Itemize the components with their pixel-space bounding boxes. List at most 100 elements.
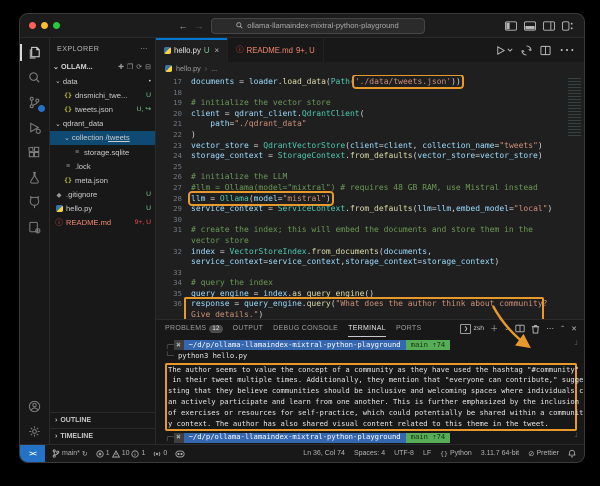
collapse-folders-icon[interactable]: ⊟ (145, 63, 151, 71)
minimap[interactable] (568, 78, 581, 138)
kill-terminal-icon[interactable] (531, 324, 540, 334)
tab-git-badge: 9+, U (296, 46, 315, 55)
outline-section[interactable]: › OUTLINE (50, 412, 155, 428)
language-mode[interactable]: {} Python (440, 450, 472, 458)
tree-item-collection-tweets[interactable]: ⌄collection / tweets (50, 131, 155, 145)
compare-changes-icon[interactable] (521, 45, 532, 56)
close-tab-icon[interactable]: × (215, 46, 220, 55)
maximize-panel-icon[interactable]: ⌃ (560, 325, 565, 332)
tree-item-dnsmichi-twe...[interactable]: {}dnsmichi_twe...U (50, 88, 155, 102)
explorer-more-actions[interactable]: ⋯ (140, 44, 148, 53)
activity-source-control-icon[interactable] (20, 90, 49, 115)
tree-item-readme.md[interactable]: ⓘREADME.md9+, U (50, 216, 155, 230)
terminal-dropdown-icon[interactable]: ⌄ (504, 325, 509, 332)
zoom-window-button[interactable] (53, 22, 60, 29)
code-text: storage_context = StorageContext.from_de… (191, 151, 543, 162)
tree-item-.gitignore[interactable]: ◆.gitignoreU (50, 188, 155, 202)
prompt-git-segment: main ⇡74 (406, 433, 451, 443)
timeline-section[interactable]: › TIMELINE (50, 428, 155, 444)
panel-tab-problems[interactable]: PROBLEMS12 (165, 320, 223, 337)
tree-item-data[interactable]: ⌄data• (50, 74, 155, 88)
workspace-name: OLLAM... (61, 62, 93, 71)
tree-item-.lock[interactable]: ≡.lock (50, 159, 155, 173)
command-center-search[interactable]: ollama-llamaindex-mixtral-python-playgro… (211, 18, 425, 34)
panel-tab-ports[interactable]: PORTS (396, 320, 422, 337)
panel-tab-output[interactable]: OUTPUT (233, 320, 264, 337)
git-status-badge: • (146, 78, 151, 85)
editor-more-actions-icon[interactable]: ⋯ (559, 40, 575, 60)
toggle-secondary-sidebar-icon[interactable] (543, 21, 555, 31)
refresh-explorer-icon[interactable]: ⟳ (136, 63, 142, 71)
indentation[interactable]: Spaces: 4 (354, 450, 385, 457)
activity-extensions-icon[interactable] (20, 140, 49, 165)
json-icon: {} (64, 105, 72, 113)
workspace-section-header[interactable]: ⌄ OLLAM... ✚ ❐ ⟳ ⊟ (50, 59, 155, 74)
terminal[interactable]: ╭─⌘~/d/p/ollama-llamaindex-mixtral-pytho… (156, 337, 584, 444)
back-icon[interactable]: ← (179, 21, 188, 31)
tree-item-qdrant-data[interactable]: ⌄qdrant_data (50, 117, 155, 131)
screenshot-root: ← → ollama-llamaindex-mixtral-python-pla… (0, 0, 600, 486)
activity-run-debug-icon[interactable] (20, 115, 49, 140)
formatter-status[interactable]: ⊘ Prettier (528, 449, 559, 458)
notifications-bell-icon[interactable] (568, 449, 576, 458)
line-number (156, 257, 191, 268)
tree-item-hello.py[interactable]: hello.pyU (50, 202, 155, 216)
code-line: 31# create the index; this will embed th… (156, 225, 584, 236)
close-panel-icon[interactable]: ✕ (571, 325, 577, 333)
copilot-status[interactable] (175, 450, 185, 458)
breadcrumb-file[interactable]: hello.py (176, 64, 201, 73)
timeline-label: TIMELINE (60, 433, 93, 440)
toggle-panel-icon[interactable] (524, 21, 536, 31)
account-icon[interactable] (20, 394, 49, 419)
activity-notebook-icon[interactable] (20, 215, 49, 240)
problems-status[interactable]: 1 10 1 (96, 450, 146, 458)
toggle-primary-sidebar-icon[interactable] (505, 21, 517, 31)
line-number: 34 (156, 278, 191, 289)
tab-hello.py[interactable]: hello.pyU× (156, 38, 228, 62)
minimize-window-button[interactable] (41, 22, 48, 29)
new-terminal-icon[interactable]: ＋ (490, 323, 498, 334)
activity-github-icon[interactable] (20, 190, 49, 215)
chevron-right-icon: › (55, 433, 57, 440)
run-python-file-button[interactable] (495, 45, 513, 56)
python-interpreter[interactable]: 3.11.7 64-bit (481, 450, 519, 457)
tree-item-meta.json[interactable]: {}meta.json (50, 173, 155, 187)
activity-testing-icon[interactable] (20, 165, 49, 190)
forward-icon[interactable]: → (195, 21, 204, 31)
split-editor-icon[interactable] (540, 45, 551, 56)
breadcrumb[interactable]: hello.py › ... (156, 62, 584, 75)
panel-tab-debug-console[interactable]: DEBUG CONSOLE (273, 320, 338, 337)
settings-gear-icon[interactable] (20, 419, 49, 444)
line-number: 27 (156, 183, 191, 194)
code-text: documents = loader.load_data(Path('./dat… (191, 77, 461, 88)
tab-readme.md[interactable]: ⓘREADME.md9+, U (228, 38, 324, 62)
customize-layout-icon[interactable] (562, 21, 574, 31)
tree-item-tweets.json[interactable]: {}tweets.jsonU, ↪ (50, 102, 155, 116)
code-line: 24storage_context = StorageContext.from_… (156, 151, 584, 162)
panel-more-actions-icon[interactable]: ⋯ (546, 324, 554, 333)
copilot-icon (175, 450, 185, 458)
code-editor[interactable]: 17documents = loader.load_data(Path('./d… (156, 75, 584, 319)
close-window-button[interactable] (29, 22, 36, 29)
remote-indicator[interactable]: >< (20, 445, 45, 462)
new-file-icon[interactable]: ✚ (118, 63, 124, 71)
activity-search-icon[interactable] (20, 65, 49, 90)
sync-icon: ↻ (82, 450, 88, 458)
new-folder-icon[interactable]: ❐ (127, 63, 133, 71)
prompt-frame: ╭─ (165, 432, 174, 443)
line-number: 35 (156, 289, 191, 300)
panel-tab-terminal[interactable]: TERMINAL (348, 320, 386, 337)
tree-item-label: dnsmichi_twe... (75, 91, 127, 100)
git-branch-status[interactable]: main* ↻ (52, 449, 88, 458)
ports-status[interactable]: 0 (153, 450, 167, 458)
split-terminal-icon[interactable] (515, 324, 525, 333)
terminal-profile-label[interactable]: ❯ zsh (460, 324, 484, 334)
cursor-position[interactable]: Ln 36, Col 74 (303, 450, 345, 457)
breadcrumb-symbol[interactable]: ... (211, 64, 217, 73)
eol-sequence[interactable]: LF (423, 450, 431, 457)
code-line: 17documents = loader.load_data(Path('./d… (156, 77, 584, 88)
encoding[interactable]: UTF-8 (394, 450, 414, 457)
activity-explorer-icon[interactable] (20, 40, 49, 65)
tree-item-storage.sqlite[interactable]: ≡storage.sqlite (50, 145, 155, 159)
code-line: 28llm = Ollama(model="mistral") (156, 194, 584, 205)
